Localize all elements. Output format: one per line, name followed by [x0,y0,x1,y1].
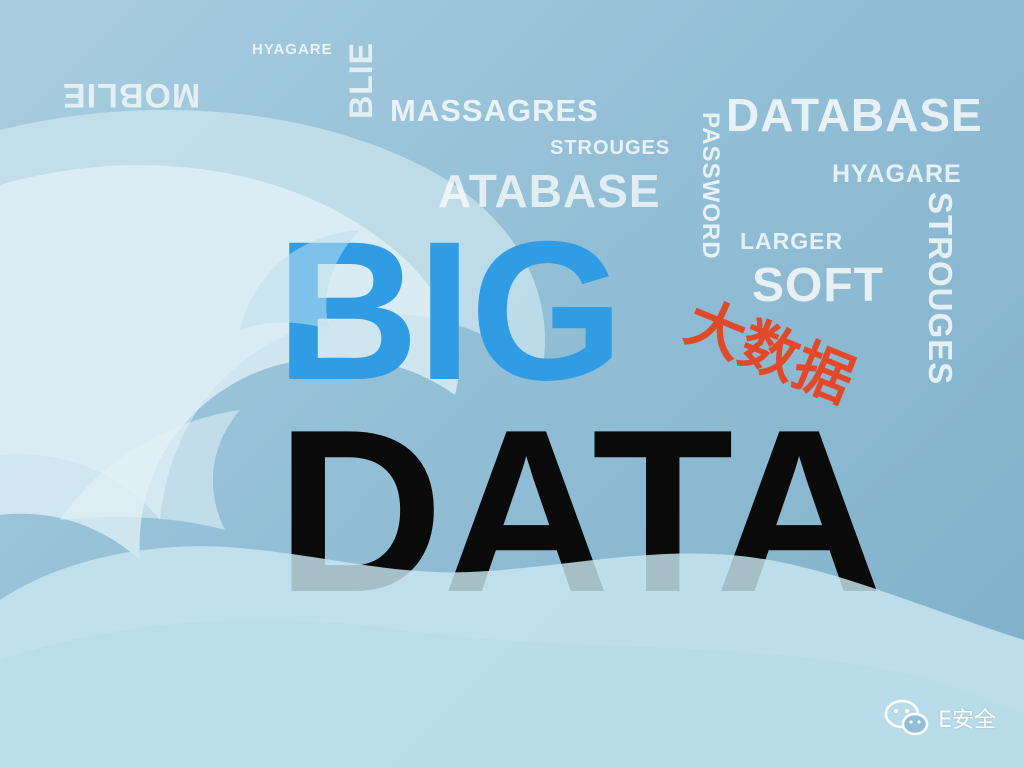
word-massagres: MASSAGRES [390,93,599,128]
word-database-right: DATABASE [726,89,983,141]
watermark: E安全 [884,698,996,738]
word-password: PASSWORD [697,112,724,260]
word-mobile: MOBLIE [62,76,201,114]
headline-big: BIG [276,200,624,421]
wechat-icon [884,699,929,736]
word-hyagare-top: HYAGARE [252,41,333,58]
word-soft: SOFT [752,259,884,312]
watermark-label: E安全 [938,708,996,733]
word-strouges-vertical: STROUGES [922,192,959,386]
word-blie: BLIE [343,42,379,119]
big-data-poster: MOBLIE HYAGARE BLIE MASSAGRES STROUGES D… [0,0,1024,768]
word-hyagare-right: HYAGARE [832,160,962,188]
word-strouges-small: STROUGES [550,137,671,159]
word-larger: LARGER [740,228,844,254]
headline-data: DATA [276,382,883,641]
